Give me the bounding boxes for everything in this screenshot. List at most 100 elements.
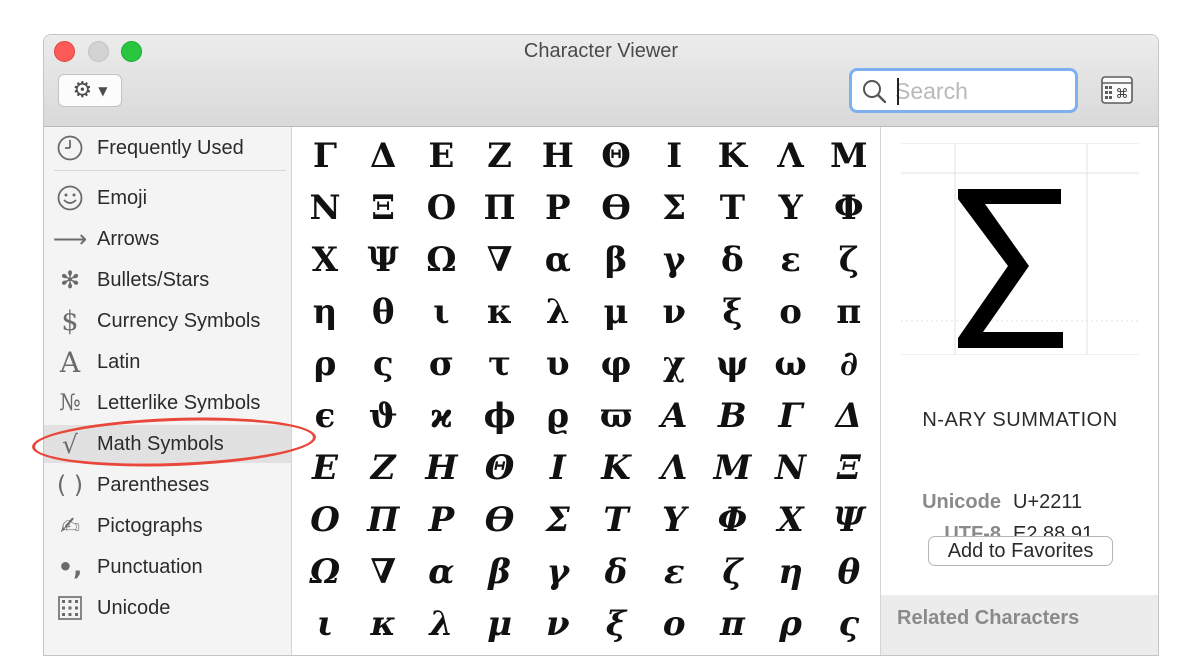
character-cell[interactable]: ε bbox=[762, 234, 820, 286]
character-cell[interactable]: ψ bbox=[703, 338, 761, 390]
character-cell[interactable]: ξ bbox=[587, 598, 645, 650]
character-cell[interactable]: ο bbox=[762, 286, 820, 338]
character-cell[interactable]: Ξ bbox=[820, 442, 878, 494]
character-cell[interactable]: Π bbox=[471, 182, 529, 234]
character-cell[interactable]: ι bbox=[296, 598, 354, 650]
character-cell[interactable]: μ bbox=[587, 286, 645, 338]
character-cell[interactable]: Μ bbox=[820, 130, 878, 182]
character-cell[interactable]: ∂ bbox=[820, 338, 878, 390]
sidebar-item-parentheses[interactable]: ( ) Parentheses bbox=[44, 466, 291, 504]
sidebar-item-currency-symbols[interactable]: $ Currency Symbols bbox=[44, 302, 291, 340]
character-cell[interactable]: φ bbox=[587, 338, 645, 390]
sidebar-item-letterlike-symbols[interactable]: № Letterlike Symbols bbox=[44, 384, 291, 422]
character-cell[interactable]: Μ bbox=[703, 442, 761, 494]
character-cell[interactable]: Σ bbox=[529, 494, 587, 546]
character-cell[interactable]: ε bbox=[645, 546, 703, 598]
character-cell[interactable]: Ξ bbox=[354, 182, 412, 234]
character-cell[interactable]: Ρ bbox=[529, 182, 587, 234]
character-cell[interactable]: λ bbox=[529, 286, 587, 338]
character-cell[interactable]: π bbox=[820, 286, 878, 338]
character-cell[interactable]: Ζ bbox=[471, 130, 529, 182]
character-cell[interactable]: Ω bbox=[296, 546, 354, 598]
character-cell[interactable]: ν bbox=[645, 286, 703, 338]
character-cell[interactable]: τ bbox=[471, 338, 529, 390]
character-cell[interactable]: Φ bbox=[820, 182, 878, 234]
sidebar-item-arrows[interactable]: ⟶ Arrows bbox=[44, 220, 291, 258]
character-cell[interactable]: Η bbox=[412, 442, 470, 494]
character-cell[interactable]: ς bbox=[820, 598, 878, 650]
character-cell[interactable]: ζ bbox=[820, 234, 878, 286]
character-cell[interactable]: σ bbox=[412, 338, 470, 390]
character-cell[interactable]: Π bbox=[354, 494, 412, 546]
character-cell[interactable]: ϴ bbox=[587, 182, 645, 234]
character-cell[interactable]: ω bbox=[762, 338, 820, 390]
character-cell[interactable]: Ο bbox=[296, 494, 354, 546]
character-cell[interactable]: ρ bbox=[762, 598, 820, 650]
character-cell[interactable]: Δ bbox=[354, 130, 412, 182]
character-cell[interactable]: ν bbox=[529, 598, 587, 650]
character-cell[interactable]: υ bbox=[529, 338, 587, 390]
character-cell[interactable]: Θ bbox=[587, 130, 645, 182]
character-cell[interactable]: Ο bbox=[412, 182, 470, 234]
character-cell[interactable]: Ι bbox=[529, 442, 587, 494]
character-cell[interactable]: Υ bbox=[645, 494, 703, 546]
character-cell[interactable]: ϖ bbox=[587, 390, 645, 442]
character-cell[interactable]: Λ bbox=[645, 442, 703, 494]
character-cell[interactable]: Τ bbox=[703, 182, 761, 234]
character-cell[interactable]: Γ bbox=[296, 130, 354, 182]
character-cell[interactable]: ϰ bbox=[412, 390, 470, 442]
character-cell[interactable]: Τ bbox=[587, 494, 645, 546]
character-cell[interactable]: Ι bbox=[645, 130, 703, 182]
character-cell[interactable]: Η bbox=[529, 130, 587, 182]
character-cell[interactable]: Ζ bbox=[354, 442, 412, 494]
character-cell[interactable]: δ bbox=[703, 234, 761, 286]
sidebar-item-punctuation[interactable]: •, Punctuation bbox=[44, 548, 291, 586]
character-cell[interactable]: ϕ bbox=[471, 390, 529, 442]
character-cell[interactable]: π bbox=[703, 598, 761, 650]
character-cell[interactable]: Ω bbox=[412, 234, 470, 286]
character-cell[interactable]: Υ bbox=[762, 182, 820, 234]
character-cell[interactable]: θ bbox=[354, 286, 412, 338]
add-to-favorites-button[interactable]: Add to Favorites bbox=[928, 536, 1113, 566]
character-cell[interactable]: Ν bbox=[762, 442, 820, 494]
character-cell[interactable]: α bbox=[529, 234, 587, 286]
sidebar-item-math-symbols[interactable]: √ Math Symbols bbox=[44, 425, 291, 463]
character-cell[interactable]: δ bbox=[587, 546, 645, 598]
character-cell[interactable]: Κ bbox=[587, 442, 645, 494]
character-cell[interactable]: α bbox=[412, 546, 470, 598]
character-cell[interactable]: λ bbox=[412, 598, 470, 650]
character-cell[interactable]: Χ bbox=[762, 494, 820, 546]
character-cell[interactable]: ο bbox=[645, 598, 703, 650]
action-menu-button[interactable]: ⚙ ▼ bbox=[58, 74, 122, 107]
character-cell[interactable]: Α bbox=[645, 390, 703, 442]
sidebar-item-frequently-used[interactable]: Frequently Used bbox=[44, 129, 291, 167]
character-cell[interactable]: θ bbox=[820, 546, 878, 598]
search-field-container[interactable] bbox=[849, 68, 1078, 113]
character-cell[interactable]: γ bbox=[645, 234, 703, 286]
character-cell[interactable]: Ψ bbox=[820, 494, 878, 546]
sidebar-item-pictographs[interactable]: ✍ Pictographs bbox=[44, 507, 291, 545]
character-cell[interactable]: γ bbox=[529, 546, 587, 598]
character-cell[interactable]: ς bbox=[354, 338, 412, 390]
character-cell[interactable]: Ε bbox=[412, 130, 470, 182]
character-cell[interactable]: ϴ bbox=[471, 494, 529, 546]
character-cell[interactable]: ϱ bbox=[529, 390, 587, 442]
character-cell[interactable]: Κ bbox=[703, 130, 761, 182]
character-cell[interactable]: Θ bbox=[471, 442, 529, 494]
character-cell[interactable]: Σ bbox=[645, 182, 703, 234]
character-cell[interactable]: ϵ bbox=[296, 390, 354, 442]
character-cell[interactable]: μ bbox=[471, 598, 529, 650]
character-cell[interactable]: Φ bbox=[703, 494, 761, 546]
character-cell[interactable]: ι bbox=[412, 286, 470, 338]
character-cell[interactable]: Ψ bbox=[354, 234, 412, 286]
character-cell[interactable]: ϑ bbox=[354, 390, 412, 442]
character-cell[interactable]: κ bbox=[354, 598, 412, 650]
sidebar-item-latin[interactable]: A Latin bbox=[44, 343, 291, 381]
sidebar-item-bullets-stars[interactable]: ✻ Bullets/Stars bbox=[44, 261, 291, 299]
character-cell[interactable]: ∇ bbox=[354, 546, 412, 598]
sidebar-item-emoji[interactable]: Emoji bbox=[44, 179, 291, 217]
character-cell[interactable]: Λ bbox=[762, 130, 820, 182]
keyboard-viewer-icon[interactable]: ⌘ bbox=[1101, 75, 1133, 105]
character-cell[interactable]: Ν bbox=[296, 182, 354, 234]
character-cell[interactable]: ξ bbox=[703, 286, 761, 338]
